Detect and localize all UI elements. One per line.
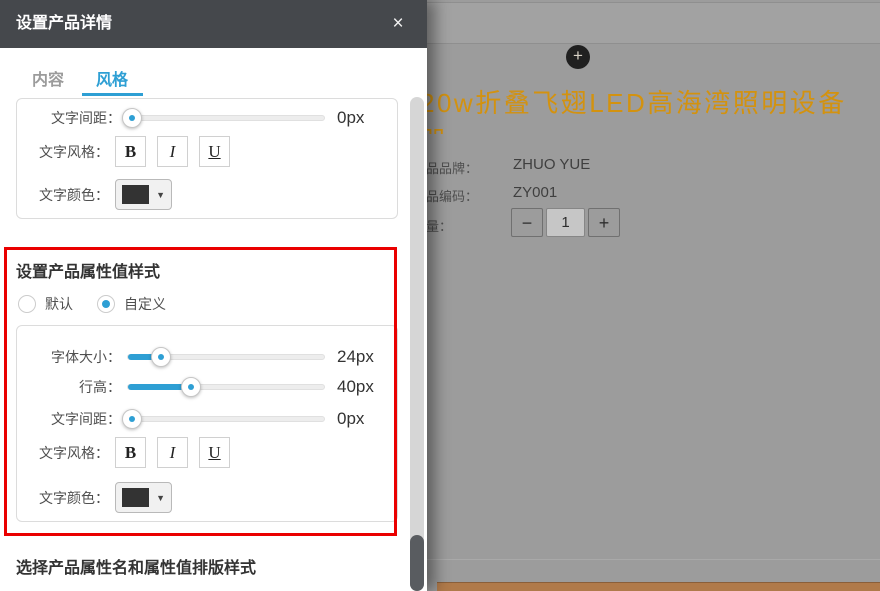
slider-handle[interactable]: [122, 108, 142, 128]
style-mode-radios: 默认 自定义: [18, 294, 166, 314]
code-value: ZY001: [513, 184, 557, 201]
attr-value-section-heading: 设置产品属性值样式: [16, 258, 160, 282]
text-style-buttons: B I U: [115, 136, 230, 167]
page-footer-bar: [437, 582, 880, 591]
close-icon[interactable]: ×: [385, 11, 411, 37]
quantity-plus-button[interactable]: +: [588, 208, 620, 237]
font-size-slider[interactable]: [127, 354, 325, 360]
line-height-slider[interactable]: [127, 384, 325, 390]
tab-style[interactable]: 风格: [96, 66, 128, 90]
radio-default-label[interactable]: 默认: [45, 294, 73, 314]
radio-default[interactable]: [18, 295, 36, 313]
quantity-stepper: − +: [511, 208, 620, 237]
letter-spacing-label: 文字间距：: [17, 108, 121, 128]
scrollbar-thumb[interactable]: [410, 535, 424, 591]
radio-custom-label[interactable]: 自定义: [124, 294, 166, 314]
italic-button[interactable]: I: [157, 437, 188, 468]
text-color-label: 文字颜色：: [17, 185, 109, 205]
chevron-down-icon: ▼: [156, 493, 165, 503]
dialog-header: 设置产品详情 ×: [0, 0, 427, 48]
underline-button[interactable]: U: [199, 437, 230, 468]
color-swatch: [122, 185, 149, 204]
letter-spacing-value: 0px: [337, 409, 364, 429]
slider-handle[interactable]: [151, 347, 171, 367]
text-color-picker[interactable]: ▼: [115, 179, 172, 210]
letter-spacing-label: 文字间距：: [17, 409, 121, 429]
text-style-label: 文字风格：: [17, 142, 109, 162]
dialog-title: 设置产品详情: [16, 0, 112, 48]
slider-handle[interactable]: [181, 377, 201, 397]
text-style-buttons: B I U: [115, 437, 230, 468]
radio-custom[interactable]: [97, 295, 115, 313]
text-style-label: 文字风格：: [17, 443, 109, 463]
chevron-down-icon: ▼: [156, 190, 165, 200]
line-height-label: 行高：: [17, 377, 121, 397]
text-color-label: 文字颜色：: [17, 488, 109, 508]
tab-content[interactable]: 内容: [32, 66, 64, 90]
quantity-minus-button[interactable]: −: [511, 208, 543, 237]
text-color-picker[interactable]: ▼: [115, 482, 172, 513]
product-title: 20w折叠飞翅LED高海湾照明设备器: [420, 84, 860, 134]
font-size-label: 字体大小：: [17, 347, 121, 367]
color-swatch: [122, 488, 149, 507]
slider-handle[interactable]: [122, 409, 142, 429]
scrollbar-track[interactable]: [410, 97, 424, 591]
product-detail-dialog: 设置产品详情 × 内容 风格 文字间距： 0px 文字风格： B I U 文字颜…: [0, 0, 427, 591]
attr-name-style-card: 文字间距： 0px 文字风格： B I U 文字颜色： ▼: [16, 98, 398, 219]
page-divider: [427, 559, 880, 560]
line-height-value: 40px: [337, 377, 374, 397]
italic-button[interactable]: I: [157, 136, 188, 167]
brand-value: ZHUO YUE: [513, 156, 590, 173]
quantity-input[interactable]: [546, 208, 585, 237]
bold-button[interactable]: B: [115, 136, 146, 167]
attr-value-style-card: 字体大小： 24px 行高： 40px 文字间距： 0px 文字风格：: [16, 325, 398, 522]
font-size-value: 24px: [337, 347, 374, 367]
layout-section-heading: 选择产品属性名和属性值排版样式: [16, 554, 256, 578]
letter-spacing-slider[interactable]: [127, 115, 325, 121]
letter-spacing-value: 0px: [337, 108, 364, 128]
bold-button[interactable]: B: [115, 437, 146, 468]
letter-spacing-slider[interactable]: [127, 416, 325, 422]
underline-button[interactable]: U: [199, 136, 230, 167]
add-section-icon[interactable]: +: [566, 45, 590, 69]
active-tab-underline: [82, 93, 143, 96]
